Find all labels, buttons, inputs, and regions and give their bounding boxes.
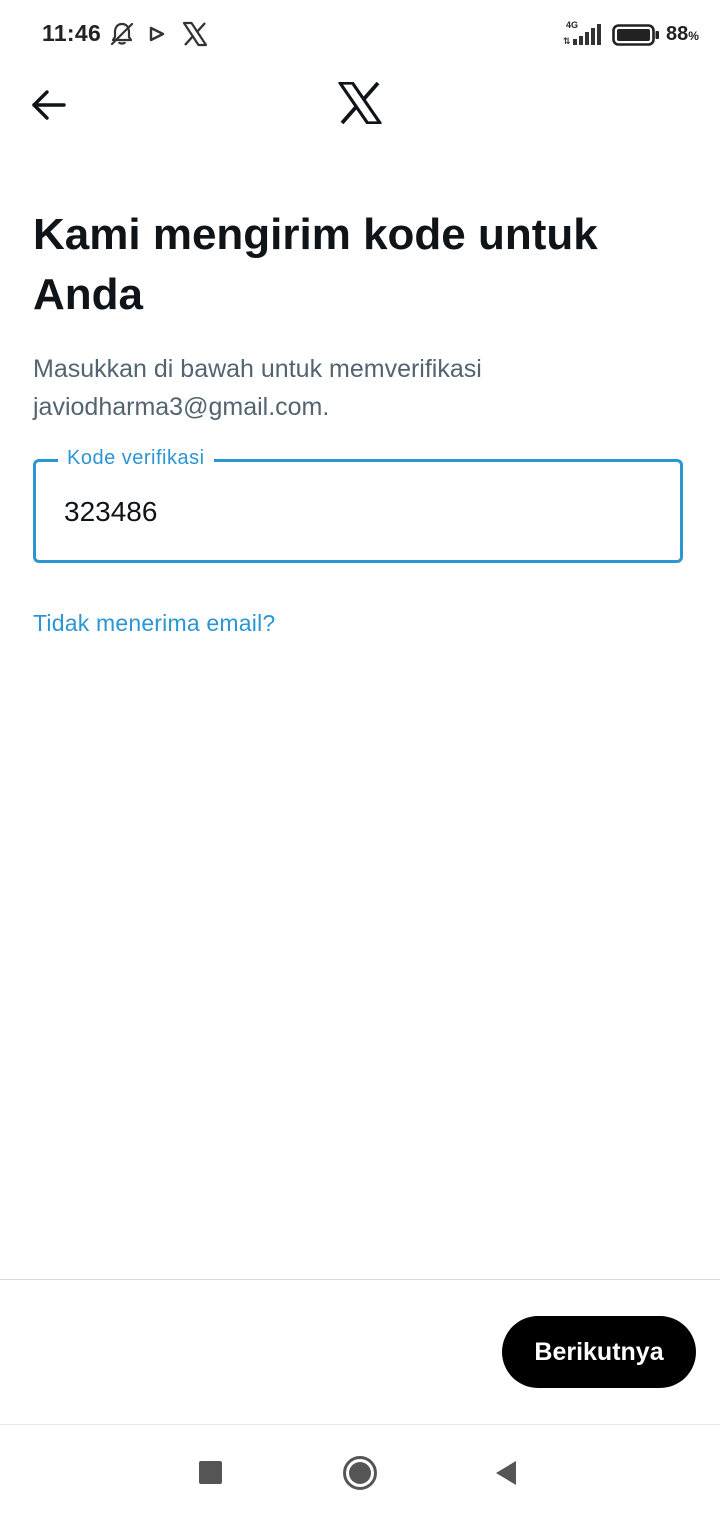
recents-icon[interactable] (199, 1461, 222, 1484)
battery-icon (612, 24, 659, 46)
back-button[interactable] (22, 78, 76, 132)
next-button[interactable]: Berikutnya (502, 1316, 696, 1388)
x-logo-icon (338, 82, 382, 124)
verification-code-label: Kode verifikasi (58, 447, 214, 470)
footer-divider (0, 1279, 720, 1280)
status-time: 11:46 (42, 20, 102, 46)
bell-off-icon (110, 22, 134, 46)
email-address: javiodharma3@gmail.com. (33, 393, 330, 421)
verification-code-input[interactable] (64, 496, 644, 528)
instruction-line: Masukkan di bawah untuk memverifikasi (33, 355, 482, 383)
arrow-left-icon (32, 90, 66, 120)
back-icon[interactable] (494, 1459, 518, 1487)
play-store-icon (149, 26, 165, 42)
verification-screen: 11:46 4G ⇅ 88% Kami mengirim kode untuk … (0, 0, 720, 1520)
home-icon[interactable] (342, 1455, 378, 1491)
resend-email-link[interactable]: Tidak menerima email? (33, 610, 275, 637)
signal-icon: ⇅ (563, 24, 601, 46)
battery-percent: 88% (666, 23, 699, 45)
status-bar: 11:46 4G ⇅ 88% (0, 0, 720, 70)
svg-text:⇅: ⇅ (563, 37, 571, 46)
instruction-text: Masukkan di bawah untuk memverifikasi ja… (33, 350, 673, 426)
verification-code-field[interactable]: Kode verifikasi (33, 447, 683, 563)
nav-divider (0, 1424, 720, 1425)
page-title: Kami mengirim kode untuk Anda (33, 210, 598, 319)
x-app-icon (182, 21, 208, 47)
